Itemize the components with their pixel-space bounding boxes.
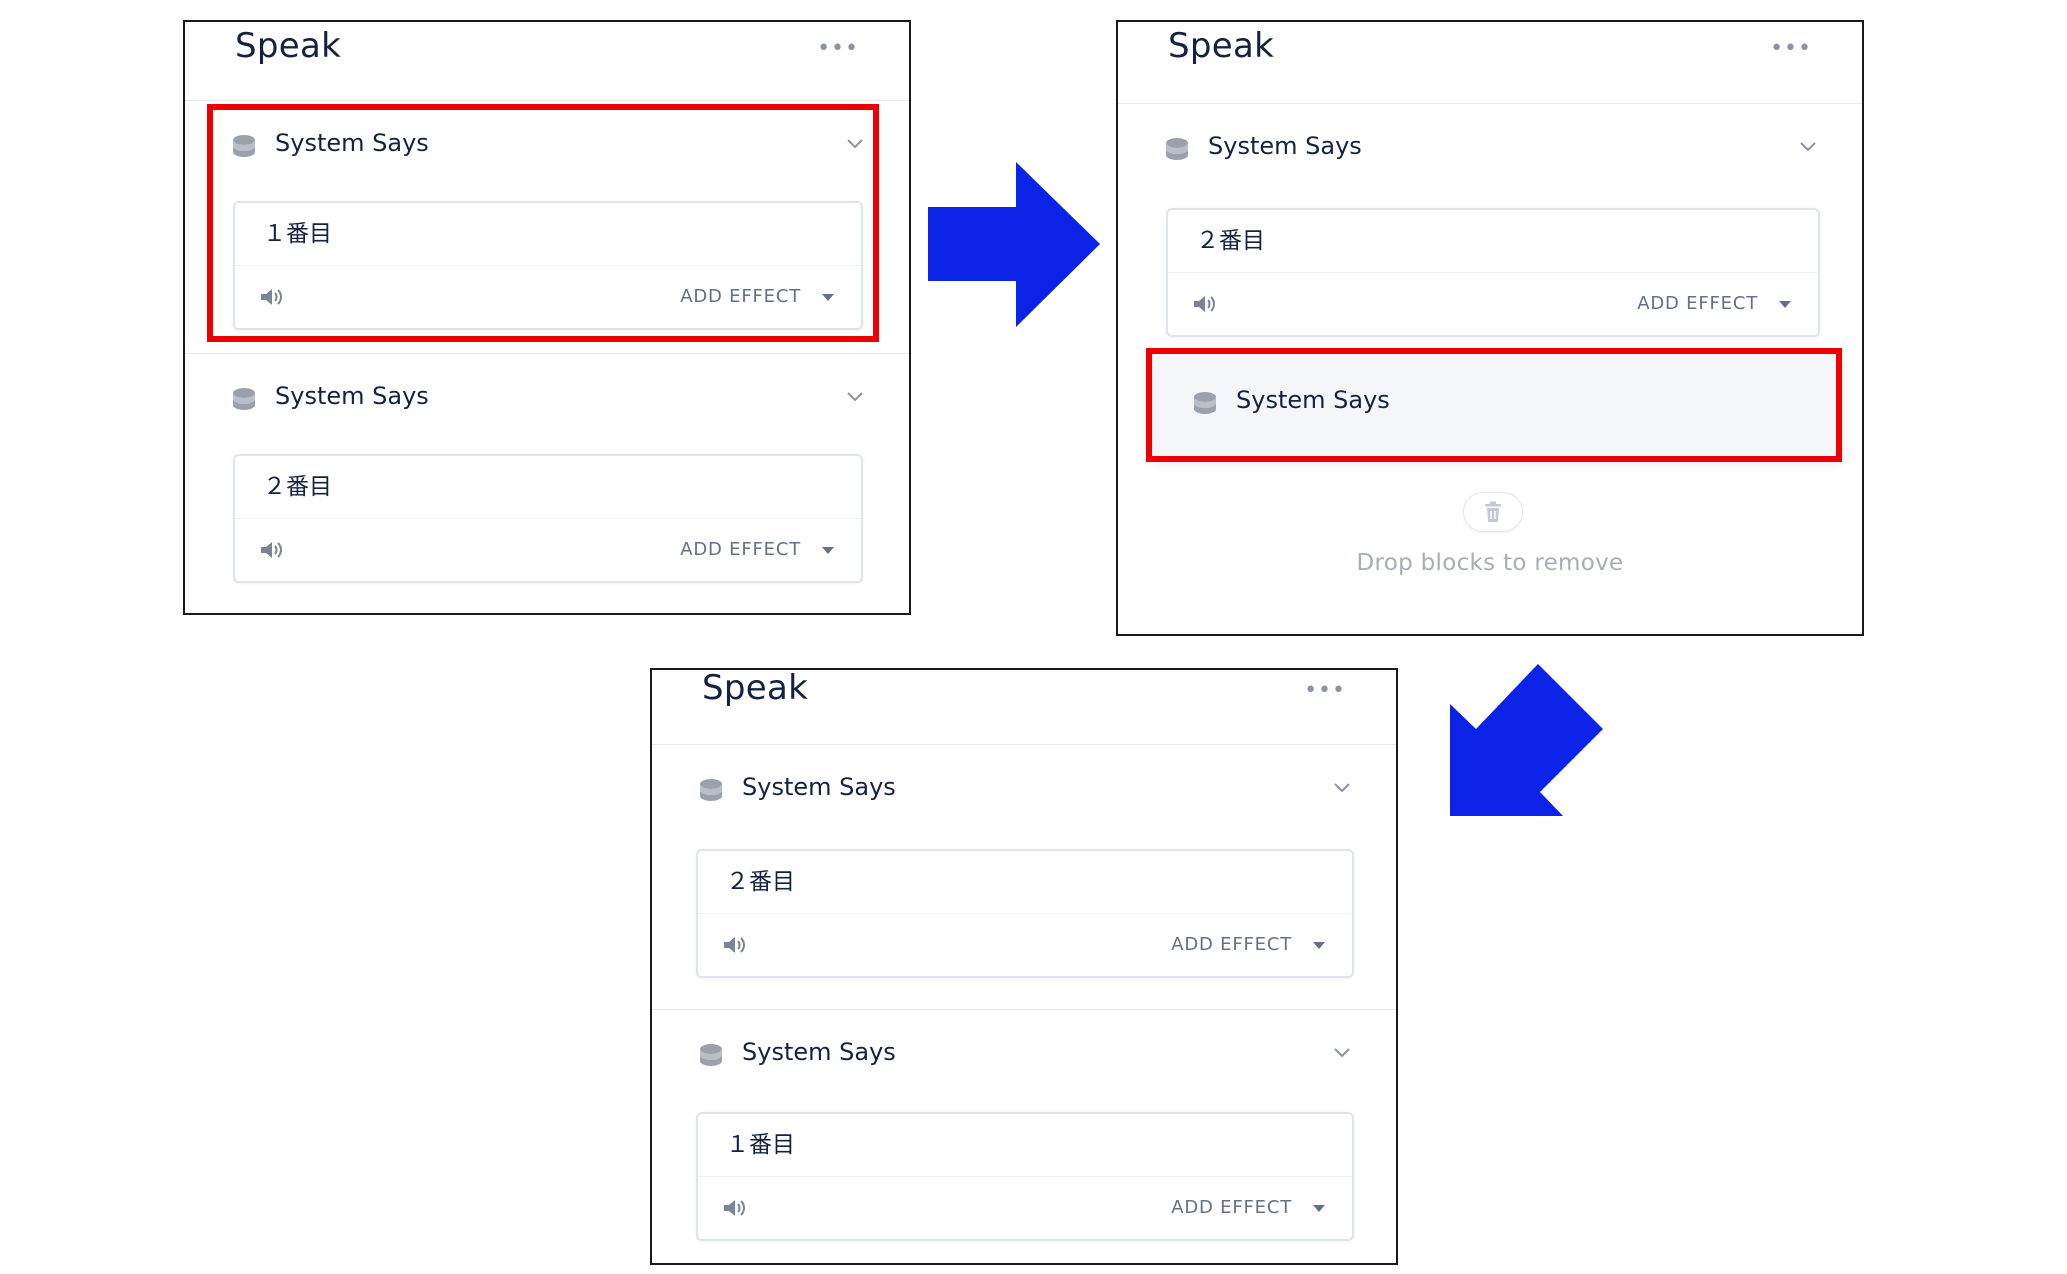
add-effect-button[interactable]: ADD EFFECT [1171, 1197, 1292, 1218]
panel-title: Speak [1168, 26, 1275, 66]
block-title: System Says [275, 382, 429, 410]
block-header[interactable]: System Says [652, 745, 1396, 849]
block-header[interactable]: System Says [185, 354, 909, 454]
database-icon [700, 779, 722, 801]
speaker-icon[interactable] [259, 539, 285, 561]
add-effect-button[interactable]: ADD EFFECT [680, 539, 801, 560]
system-says-block[interactable]: System Says ２番目 ADD EFFECT [185, 354, 909, 613]
chevron-down-icon[interactable] [845, 390, 865, 404]
speak-panel-dragging: Speak ••• System Says ２番目 ADD EFFECT Sys… [1116, 20, 1864, 636]
card-footer: ADD EFFECT [1168, 273, 1818, 335]
card-footer: ADD EFFECT [235, 266, 861, 328]
system-says-block[interactable]: System Says １番目 ADD EFFECT [185, 101, 909, 354]
block-title: System Says [1236, 386, 1390, 414]
speech-text-input[interactable]: ２番目 [235, 456, 861, 519]
speech-card: １番目 ADD EFFECT [696, 1112, 1354, 1241]
caret-down-icon[interactable] [1778, 300, 1792, 309]
database-icon [233, 135, 255, 157]
speaker-icon[interactable] [1192, 293, 1218, 315]
more-icon[interactable]: ••• [817, 38, 859, 60]
speech-text-input[interactable]: ２番目 [1168, 210, 1818, 273]
speak-panel-after: Speak ••• System Says ２番目 ADD EFFECT Sys… [650, 668, 1398, 1265]
speaker-icon[interactable] [722, 934, 748, 956]
speech-text-input[interactable]: １番目 [235, 203, 861, 266]
trash-icon [1485, 501, 1501, 522]
caret-down-icon[interactable] [1312, 1204, 1326, 1213]
arrow-right-icon [928, 162, 1100, 327]
arrow-down-left-icon [1450, 664, 1603, 816]
block-title: System Says [1208, 132, 1362, 160]
more-icon[interactable]: ••• [1304, 680, 1346, 702]
panel-header: Speak ••• [652, 670, 1396, 745]
block-header[interactable]: System Says [185, 101, 909, 201]
add-effect-button[interactable]: ADD EFFECT [1637, 293, 1758, 314]
speaker-icon[interactable] [722, 1197, 748, 1219]
database-icon [1166, 138, 1188, 160]
speech-card: １番目 ADD EFFECT [233, 201, 863, 330]
speech-card: ２番目 ADD EFFECT [1166, 208, 1820, 337]
panel-title: Speak [702, 668, 809, 708]
card-footer: ADD EFFECT [698, 914, 1352, 976]
speaker-icon[interactable] [259, 286, 285, 308]
chevron-down-icon[interactable] [1798, 140, 1818, 154]
panel-header: Speak ••• [185, 22, 909, 101]
speech-card: ２番目 ADD EFFECT [233, 454, 863, 583]
block-header[interactable]: System Says [1118, 104, 1862, 208]
card-footer: ADD EFFECT [698, 1177, 1352, 1239]
panel-header: Speak ••• [1118, 22, 1862, 104]
speak-panel-before: Speak ••• System Says １番目 ADD EFFECT Sys… [183, 20, 911, 615]
card-footer: ADD EFFECT [235, 519, 861, 581]
block-header[interactable]: System Says [652, 1010, 1396, 1112]
speech-text-input[interactable]: ２番目 [698, 851, 1352, 914]
system-says-block[interactable]: System Says ２番目 ADD EFFECT [1118, 104, 1862, 366]
block-title: System Says [742, 773, 896, 801]
dragging-block[interactable]: System Says [1152, 352, 1840, 458]
speech-text-input[interactable]: １番目 [698, 1114, 1352, 1177]
panel-title: Speak [235, 26, 342, 66]
chevron-down-icon[interactable] [1332, 781, 1352, 795]
add-effect-button[interactable]: ADD EFFECT [680, 286, 801, 307]
chevron-down-icon[interactable] [1332, 1046, 1352, 1060]
caret-down-icon[interactable] [821, 293, 835, 302]
database-icon [1194, 392, 1216, 414]
drop-zone-label: Drop blocks to remove [1356, 550, 1624, 576]
block-title: System Says [742, 1038, 896, 1066]
system-says-block[interactable]: System Says ２番目 ADD EFFECT [652, 745, 1396, 1010]
add-effect-button[interactable]: ADD EFFECT [1171, 934, 1292, 955]
speech-card: ２番目 ADD EFFECT [696, 849, 1354, 978]
database-icon [233, 388, 255, 410]
chevron-down-icon[interactable] [845, 137, 865, 151]
system-says-block[interactable]: System Says １番目 ADD EFFECT [652, 1010, 1396, 1263]
more-icon[interactable]: ••• [1770, 38, 1812, 60]
database-icon [700, 1044, 722, 1066]
block-title: System Says [275, 129, 429, 157]
caret-down-icon[interactable] [821, 546, 835, 555]
remove-drop-zone[interactable] [1463, 492, 1523, 532]
caret-down-icon[interactable] [1312, 941, 1326, 950]
